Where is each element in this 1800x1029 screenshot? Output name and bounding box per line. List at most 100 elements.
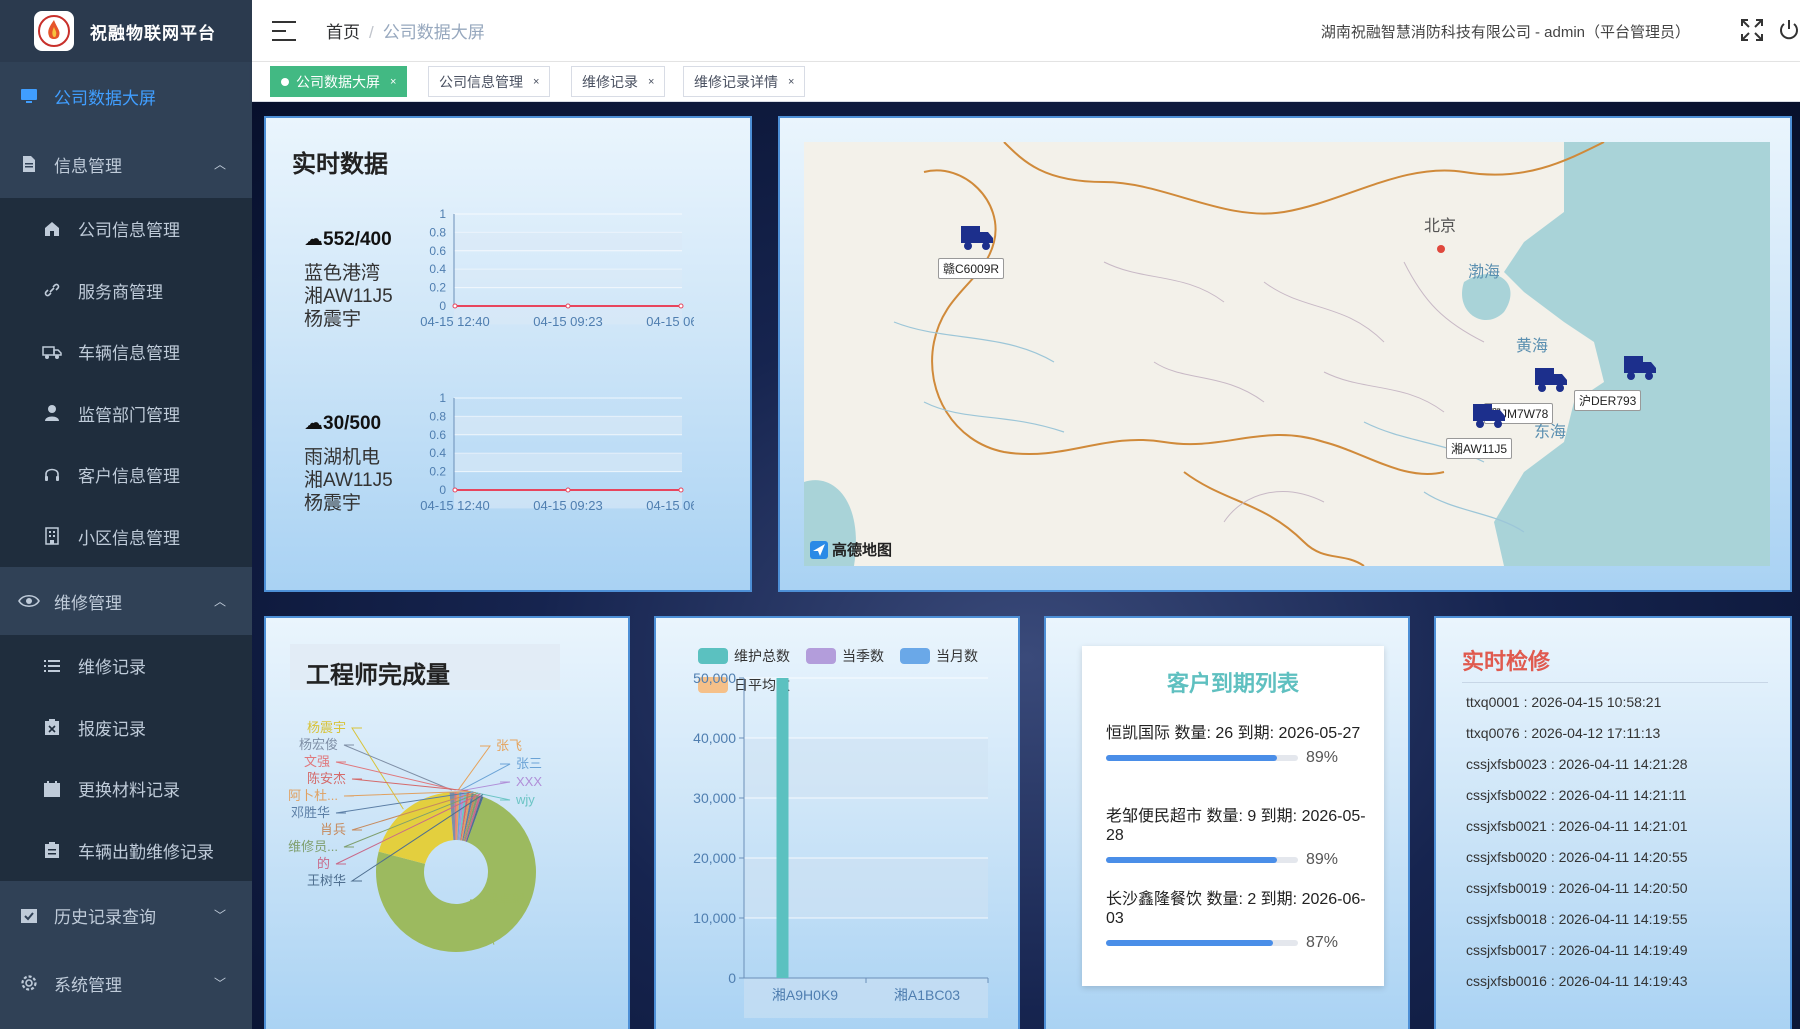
- tab-label: 公司数据大屏: [296, 73, 380, 90]
- sidebar-item-scrap-records[interactable]: 报废记录: [0, 697, 252, 759]
- grid-band: [454, 416, 682, 435]
- sidebar-item-material-records[interactable]: 更换材料记录: [0, 758, 252, 820]
- tab-dashboard[interactable]: 公司数据大屏 ×: [270, 66, 408, 97]
- home-icon: [42, 219, 62, 239]
- power-icon[interactable]: [1778, 18, 1800, 42]
- y-tick-label: 0.4: [429, 446, 446, 460]
- cloud-upload-icon: ☁: [304, 413, 323, 434]
- map-view[interactable]: 北京 渤海 黄海 东海 赣C6009R 鄂JM7W78 沪DER793 湘AW1…: [804, 142, 1770, 566]
- chevron-down-icon: ﹀: [213, 908, 226, 923]
- maintenance-bar-chart: 维护总数 当季数 当月数日平均数50,00040,00030,00020,00010…: [693, 648, 989, 1018]
- data-point: [452, 487, 458, 493]
- truck-marker-icon[interactable]: [960, 224, 994, 257]
- calendar-check-icon: [18, 904, 40, 926]
- top-navbar: 首页 / 公司数据大屏 湖南祝融智慧消防科技有限公司 - admin（平台管理员）: [252, 0, 1800, 62]
- map-label-yellow-sea: 黄海: [1516, 336, 1549, 355]
- truck-marker-icon[interactable]: [1472, 402, 1506, 435]
- inspection-row: cssjxfsb0020 : 2026-04-11 14:20:55: [1466, 849, 1688, 865]
- grid-band: [454, 453, 682, 472]
- user-info[interactable]: 湖南祝融智慧消防科技有限公司 - admin（平台管理员）: [1321, 21, 1690, 42]
- fullscreen-icon[interactable]: [1740, 18, 1764, 42]
- sidebar-group-info[interactable]: 信息管理 ︿: [0, 130, 252, 198]
- y-tick-label: 0: [439, 299, 446, 313]
- sidebar-item-service-provider[interactable]: 服务商管理: [0, 260, 252, 322]
- y-tick-label: 0.6: [429, 244, 446, 258]
- map-label-beijing: 北京: [1424, 216, 1457, 235]
- sidebar-item-company-info[interactable]: 公司信息管理: [0, 198, 252, 260]
- sidebar-item-community-info[interactable]: 小区信息管理: [0, 506, 252, 568]
- slice-label: 陈安杰: [307, 771, 346, 786]
- y-tick-label: 10,000: [693, 910, 736, 926]
- sidebar-group-label: 信息管理: [54, 156, 122, 176]
- hamburger-icon[interactable]: [272, 20, 296, 41]
- cloud-upload-icon: ☁: [304, 229, 323, 250]
- slice-label: 的: [317, 856, 330, 871]
- tab-repair-records[interactable]: 维修记录 ×: [571, 66, 666, 97]
- close-icon[interactable]: ×: [788, 76, 794, 88]
- map-panel: 北京 渤海 黄海 东海 赣C6009R 鄂JM7W78 沪DER793 湘AW1…: [778, 116, 1792, 592]
- breadcrumb: 首页 / 公司数据大屏: [326, 18, 485, 43]
- building-icon: [42, 526, 62, 546]
- map-attribution-text: 高德地图: [832, 542, 893, 559]
- close-icon[interactable]: ×: [533, 76, 539, 88]
- sidebar-group-label: 历史记录查询: [54, 907, 156, 927]
- slice-label: 杨宏俊: [299, 737, 338, 752]
- due-percent: 89%: [1306, 749, 1339, 766]
- truck-icon: [42, 342, 62, 362]
- tab-company-info[interactable]: 公司信息管理 ×: [428, 66, 551, 97]
- sidebar-item-dashboard[interactable]: 公司数据大屏: [0, 62, 252, 130]
- truck-plate-label: 沪DER793: [1574, 390, 1642, 411]
- y-tick-label: 0.4: [429, 262, 446, 276]
- due-percent: 89%: [1306, 851, 1339, 868]
- legend-label: 当月数: [936, 648, 978, 664]
- sidebar-group-maintenance[interactable]: 维修管理 ︿: [0, 567, 252, 635]
- due-item: 老邹便民超市 数量: 9 到期: 2026-05-28 89%: [1106, 807, 1376, 869]
- due-text: 长沙鑫隆餐饮 数量: 2 到期: 2026-06-03: [1106, 891, 1366, 927]
- close-icon[interactable]: ×: [390, 76, 396, 88]
- tab-label: 公司信息管理: [439, 73, 523, 90]
- legend-swatch: [900, 648, 930, 664]
- due-progress-bar: [1106, 940, 1298, 946]
- sidebar-item-vehicle-dispatch[interactable]: 车辆出勤维修记录: [0, 820, 252, 882]
- truck-plate-label: 赣C6009R: [938, 258, 1005, 279]
- y-tick-label: 0.2: [429, 281, 446, 295]
- sidebar-group-history[interactable]: 历史记录查询 ﹀: [0, 881, 252, 949]
- due-item: 恒凯国际 数量: 26 到期: 2026-05-27 89%: [1106, 724, 1376, 767]
- due-panel: 客户到期列表 恒凯国际 数量: 26 到期: 2026-05-27 89% 老邹…: [1044, 616, 1410, 1029]
- realtime-line-chart: 1 0.8 0.6 0.4 0.2 004-15 12:40 04-15 09:23 04-1…: [420, 207, 694, 329]
- inspection-panel: 实时检修 ttxq0001 : 2026-04-15 10:58:21 ttxq0…: [1434, 616, 1792, 1029]
- breadcrumb-home[interactable]: 首页: [326, 23, 360, 42]
- eye-icon: [18, 590, 40, 612]
- slice-label: 段卓毅: [486, 892, 525, 907]
- y-tick-label: 1: [439, 391, 446, 405]
- panel-title: 实时数据: [292, 151, 388, 178]
- slice-label: 肖兵: [320, 822, 346, 837]
- close-icon[interactable]: ×: [648, 76, 654, 88]
- sidebar-item-customer-info[interactable]: 客户信息管理: [0, 444, 252, 506]
- logo[interactable]: 祝融物联网平台: [0, 0, 252, 62]
- slice-label: 王树华: [307, 873, 346, 888]
- link-icon: [42, 280, 62, 300]
- leader-line: [351, 778, 469, 792]
- gear-icon: [18, 972, 40, 994]
- active-dot-icon: [281, 77, 289, 86]
- bar: [776, 678, 789, 978]
- inspection-row: cssjxfsb0016 : 2026-04-11 14:19:43: [1466, 973, 1688, 989]
- sidebar-group-system[interactable]: 系统管理 ﹀: [0, 949, 252, 1017]
- leader-line: [351, 727, 404, 810]
- truck-marker-icon[interactable]: [1623, 354, 1657, 387]
- realtime-customer: 雨湖机电: [304, 447, 381, 468]
- tab-repair-detail[interactable]: 维修记录详情 ×: [683, 66, 806, 97]
- realtime-panel: 实时数据 ☁ 552/400 蓝色港湾 湘AW11J5 杨震宇 1 0.8 0.6 0.…: [264, 116, 752, 592]
- due-percent: 87%: [1306, 934, 1339, 951]
- slice-label: 张三: [516, 756, 542, 771]
- chevron-up-icon: ︿: [213, 157, 226, 172]
- sidebar-item-vehicle-info[interactable]: 车辆信息管理: [0, 321, 252, 383]
- truck-marker-icon[interactable]: [1534, 366, 1568, 399]
- map-attribution: 高德地图: [810, 539, 892, 560]
- calendar-icon: [42, 779, 62, 799]
- sidebar-item-repair-records[interactable]: 维修记录: [0, 635, 252, 697]
- sidebar-group-label: 维修管理: [54, 593, 122, 613]
- sidebar-item-supervision[interactable]: 监管部门管理: [0, 383, 252, 445]
- monitor-icon: [18, 85, 40, 107]
